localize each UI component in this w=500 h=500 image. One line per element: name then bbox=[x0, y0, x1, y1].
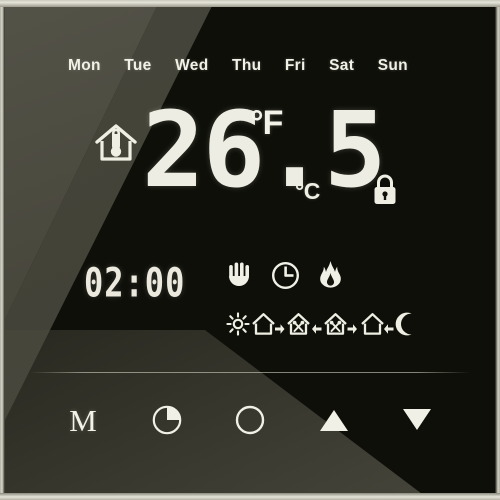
meal-leave-icon bbox=[323, 311, 359, 337]
pie-clock-icon bbox=[151, 404, 183, 436]
weekday-sun[interactable]: Sun bbox=[378, 57, 408, 75]
up-button[interactable] bbox=[311, 398, 357, 442]
triangle-up-icon bbox=[318, 406, 350, 434]
clock-button[interactable] bbox=[144, 398, 190, 442]
program-period-strip bbox=[226, 308, 412, 340]
triangle-down-icon bbox=[401, 406, 433, 434]
bezel-right-edge bbox=[495, 0, 500, 500]
weekday-wed[interactable]: Wed bbox=[175, 57, 208, 75]
weekday-thu[interactable]: Thu bbox=[232, 57, 261, 75]
unit-celsius-label: °C bbox=[295, 178, 320, 204]
clock-time: 02:00 bbox=[84, 259, 186, 307]
divider-line bbox=[30, 372, 470, 373]
bezel-left-edge bbox=[0, 0, 5, 500]
weekday-fri[interactable]: Fri bbox=[285, 57, 306, 75]
house-return-icon bbox=[360, 311, 394, 337]
unit-fahrenheit-label: °F bbox=[250, 104, 283, 142]
bezel-bottom-edge bbox=[0, 493, 500, 500]
down-button[interactable] bbox=[394, 398, 440, 442]
button-row: M bbox=[60, 398, 440, 442]
padlock-icon bbox=[371, 173, 399, 207]
menu-button[interactable]: M bbox=[60, 398, 106, 442]
power-button[interactable] bbox=[227, 398, 273, 442]
flame-icon bbox=[317, 260, 344, 290]
weekday-tue[interactable]: Tue bbox=[124, 57, 151, 75]
status-icon-row bbox=[226, 258, 344, 292]
bezel-top-edge bbox=[0, 0, 500, 7]
meal-return-icon bbox=[286, 311, 322, 337]
sun-icon bbox=[226, 312, 250, 336]
hand-icon bbox=[226, 260, 254, 290]
weekday-sat[interactable]: Sat bbox=[329, 57, 354, 75]
menu-button-label: M bbox=[69, 402, 97, 438]
weekday-row: Mon Tue Wed Thu Fri Sat Sun bbox=[68, 57, 408, 75]
house-leave-icon bbox=[251, 311, 285, 337]
moon-icon bbox=[395, 311, 417, 337]
weekday-mon[interactable]: Mon bbox=[68, 57, 101, 75]
lcd-screen: Mon Tue Wed Thu Fri Sat Sun 26.5 °F °C 0… bbox=[0, 0, 500, 500]
thermostat-device: Mon Tue Wed Thu Fri Sat Sun 26.5 °F °C 0… bbox=[0, 0, 500, 500]
house-thermometer-icon bbox=[93, 120, 139, 166]
circle-power-icon bbox=[234, 404, 266, 436]
clock-icon bbox=[271, 261, 300, 290]
